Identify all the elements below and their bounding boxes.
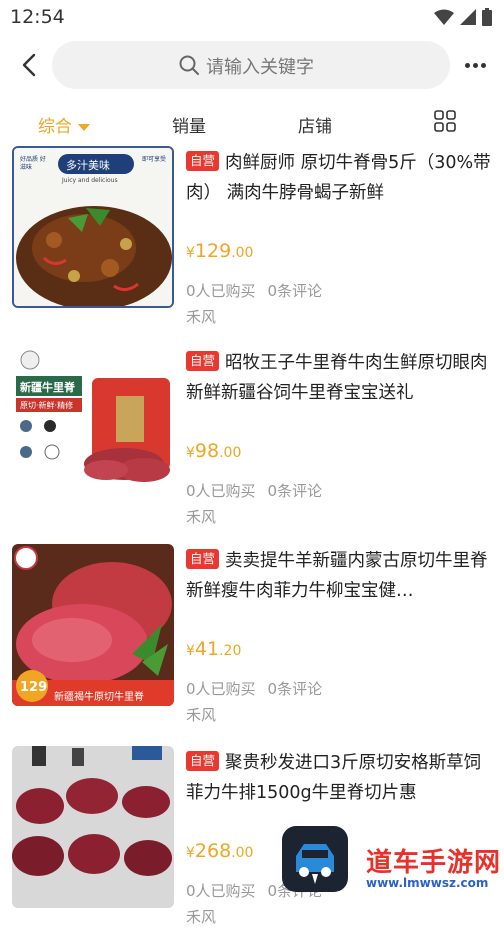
thumb-right-text: 即可享受: [142, 156, 167, 163]
thumb-price-text: 129: [20, 680, 48, 695]
more-dot-icon: [472, 62, 478, 68]
product-title: 自营 卖卖提牛羊新疆内蒙古原切牛里脊新鲜瘦牛肉菲力牛柳宝宝健…: [186, 546, 492, 606]
product-item[interactable]: 129 新疆褐牛原切牛里脊 自营 卖卖提牛羊新疆内蒙古原切牛里脊新鲜瘦牛肉菲力牛柳…: [0, 544, 504, 744]
thumb-left-text: 好品质 好滋味: [20, 156, 46, 171]
product-title: 自营 肉鲜厨师 原切牛脊骨5斤（30%带肉） 满肉牛脖骨蝎子新鲜: [186, 148, 492, 208]
product-price: ¥41.20: [186, 638, 241, 660]
product-title-text: 昭牧王子牛里脊牛肉生鲜原切眼肉新鲜新疆谷饲牛里脊宝宝送礼: [186, 353, 488, 403]
price-decimal: .20: [219, 643, 242, 659]
price-integer: 129: [194, 240, 232, 262]
tab-label: 店铺: [298, 117, 332, 137]
product-stats: 0人已购买 0条评论: [186, 480, 322, 501]
product-info: 自营 聚贵秒发进口3斤原切安格斯草饲菲力牛排1500g牛里脊切片惠 ¥268.00…: [186, 748, 492, 926]
product-title-text: 聚贵秒发进口3斤原切安格斯草饲菲力牛排1500g牛里脊切片惠: [186, 753, 482, 803]
sort-tabs: 综合 销量 店铺: [0, 100, 504, 146]
more-options-button[interactable]: [460, 48, 490, 82]
self-operated-badge: 自营: [186, 751, 220, 771]
self-operated-badge: 自营: [186, 549, 220, 569]
shop-name[interactable]: 禾风: [186, 704, 216, 725]
product-price: ¥268.00: [186, 840, 253, 862]
buyer-count: 0人已购买: [186, 482, 256, 500]
product-image[interactable]: [12, 746, 174, 908]
product-image[interactable]: 129 新疆褐牛原切牛里脊: [12, 544, 174, 706]
currency-symbol: ¥: [186, 445, 195, 461]
product-price: ¥98.00: [186, 440, 241, 462]
thumb-sub-text: 原切·新鲜·精修: [20, 401, 74, 410]
status-bar: 12:54: [0, 0, 504, 34]
back-arrow-icon: [22, 53, 36, 77]
tab-label: 综合: [38, 117, 72, 137]
price-integer: 41: [194, 638, 220, 660]
product-image[interactable]: 多汁美味 Juicy and delicious 好品质 好滋味 即可享受: [12, 146, 174, 308]
signal-icon: [460, 9, 476, 25]
product-info: 自营 卖卖提牛羊新疆内蒙古原切牛里脊新鲜瘦牛肉菲力牛柳宝宝健… ¥41.20 0人…: [186, 546, 492, 724]
price-decimal: .00: [219, 445, 242, 461]
buyer-count: 0人已购买: [186, 282, 256, 300]
review-count: 0条评论: [267, 282, 323, 300]
product-image[interactable]: 新疆牛里脊 原切·新鲜·精修: [12, 346, 174, 508]
product-title-text: 肉鲜厨师 原切牛脊骨5斤（30%带肉） 满肉牛脖骨蝎子新鲜: [186, 153, 491, 203]
self-operated-badge: 自营: [186, 151, 220, 171]
product-stats: 0人已购买 0条评论: [186, 280, 322, 301]
tab-sales[interactable]: 销量: [172, 112, 206, 137]
product-title: 自营 昭牧王子牛里脊牛肉生鲜原切眼肉新鲜新疆谷饲牛里脊宝宝送礼: [186, 348, 492, 408]
shop-name[interactable]: 禾风: [186, 506, 216, 527]
more-dot-icon: [480, 62, 486, 68]
price-decimal: .00: [231, 845, 254, 861]
thumb-sub-text: Juicy and delicious: [62, 177, 118, 184]
search-icon: [179, 55, 199, 75]
buyer-count: 0人已购买: [186, 680, 256, 698]
currency-symbol: ¥: [186, 643, 195, 659]
product-item[interactable]: 多汁美味 Juicy and delicious 好品质 好滋味 即可享受 自营…: [0, 146, 504, 346]
review-count: 0条评论: [267, 482, 323, 500]
self-operated-badge: 自营: [186, 351, 220, 371]
thumb-label-text: 新疆褐牛原切牛里脊: [54, 692, 144, 703]
watermark-logo: [282, 826, 348, 892]
watermark-title: 道车手游网: [366, 848, 502, 878]
shop-name[interactable]: 禾风: [186, 306, 216, 327]
product-info: 自营 昭牧王子牛里脊牛肉生鲜原切眼肉新鲜新疆谷饲牛里脊宝宝送礼 ¥98.00 0人…: [186, 348, 492, 526]
grid-view-icon[interactable]: [434, 110, 456, 132]
product-price: ¥129.00: [186, 240, 253, 262]
back-button[interactable]: [14, 48, 44, 82]
wifi-icon: [434, 9, 454, 25]
header: 请输入关键字: [0, 40, 504, 90]
battery-icon: [482, 8, 492, 26]
currency-symbol: ¥: [186, 245, 195, 261]
more-dot-icon: [464, 62, 470, 68]
status-icons: [434, 8, 492, 26]
tab-shop[interactable]: 店铺: [298, 112, 332, 137]
tab-comprehensive[interactable]: 综合: [38, 112, 90, 137]
review-count: 0条评论: [267, 680, 323, 698]
thumb-label-text: 新疆牛里脊: [20, 381, 75, 394]
site-watermark: 道车手游网 www.lmwwsz.com: [282, 826, 504, 897]
product-stats: 0人已购买 0条评论: [186, 678, 322, 699]
product-item[interactable]: 新疆牛里脊 原切·新鲜·精修 自营 昭牧王子牛里脊牛肉生鲜原切眼肉新鲜新疆谷饲牛里…: [0, 346, 504, 546]
watermark-url: www.lmwwsz.com: [366, 876, 489, 890]
dropdown-arrow-icon: [78, 123, 90, 131]
product-title: 自营 聚贵秒发进口3斤原切安格斯草饲菲力牛排1500g牛里脊切片惠: [186, 748, 492, 808]
tab-label: 销量: [172, 117, 206, 137]
product-info: 自营 肉鲜厨师 原切牛脊骨5斤（30%带肉） 满肉牛脖骨蝎子新鲜 ¥129.00 …: [186, 148, 492, 326]
price-integer: 98: [194, 440, 220, 462]
product-title-text: 卖卖提牛羊新疆内蒙古原切牛里脊新鲜瘦牛肉菲力牛柳宝宝健…: [186, 551, 488, 601]
search-input[interactable]: 请输入关键字: [52, 41, 450, 89]
search-placeholder: 请输入关键字: [206, 57, 314, 78]
currency-symbol: ¥: [186, 845, 195, 861]
price-decimal: .00: [231, 245, 254, 261]
shop-name[interactable]: 禾风: [186, 906, 216, 927]
thumb-banner-text: 多汁美味: [66, 159, 110, 172]
status-time: 12:54: [10, 6, 65, 28]
buyer-count: 0人已购买: [186, 882, 256, 900]
price-integer: 268: [194, 840, 232, 862]
